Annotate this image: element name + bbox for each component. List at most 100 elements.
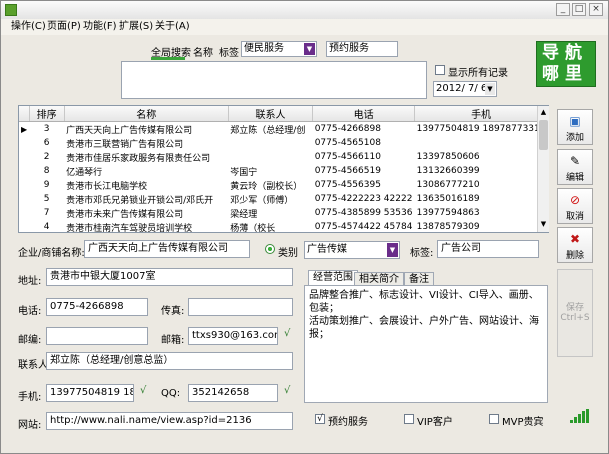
address-field[interactable]: 贵港市中银大厦1007室 (46, 268, 293, 286)
mobile-cell: 13878579309 (416, 222, 480, 232)
category-radio[interactable] (265, 244, 275, 254)
delete-button[interactable]: ✖ 删除 (557, 227, 593, 263)
cancel-button-label: 取消 (565, 212, 584, 222)
mobile-cell: 13086777210 (416, 180, 480, 190)
add-button-label: 添加 (565, 133, 584, 143)
phone-field[interactable]: 0775-4266898 (46, 298, 148, 316)
tab-name[interactable]: 名称 (193, 44, 213, 59)
fax-field[interactable] (188, 298, 293, 316)
tag-field[interactable]: 广告公司 (437, 240, 539, 258)
order-cell: 8 (43, 166, 50, 176)
edit-icon: ✎ (569, 154, 581, 168)
category-label: 类别 (278, 248, 298, 259)
category-filter-value: 便民服务 (244, 43, 284, 54)
zip-field[interactable] (46, 327, 148, 345)
table-row[interactable]: 6 贵港市三联营销广告有限公司 0775-4565108 (19, 136, 548, 150)
qq-label: QQ: (161, 388, 181, 399)
chevron-down-icon: ▼ (387, 243, 398, 257)
maximize-button[interactable]: □ (572, 3, 586, 16)
minimize-button[interactable]: _ (556, 3, 570, 16)
phone-cell: 0775-4566110 (314, 152, 381, 162)
mvp-checkbox[interactable] (489, 414, 499, 424)
service-filter-field[interactable]: 预约服务 (326, 41, 398, 57)
app-window: _ □ × 操作(C) 页面(P) 功能(F) 扩展(S) 关于(A) 全局搜索… (0, 0, 609, 454)
contact-cell: 岑国宁 (230, 167, 258, 178)
edit-button-label: 编辑 (565, 173, 584, 183)
table-row[interactable]: 8 亿通琴行 岑国宁 0775-4566519 13132660399 (19, 164, 548, 178)
contact-field[interactable]: 郑立陈（总经理/创意总监） (46, 352, 293, 370)
scroll-up-icon[interactable]: ▲ (539, 108, 548, 117)
chevron-down-icon: ▼ (304, 43, 315, 55)
mobile-cell: 13635016189 (416, 194, 480, 204)
name-cell: 贵港市未来广告传媒有限公司 (66, 209, 184, 220)
cancel-button[interactable]: ⊘ 取消 (557, 188, 593, 224)
contact-cell (228, 136, 312, 150)
table-row[interactable]: ▶ 3 广西天天向上广告传媒有限公司 郑立陈（总经理/创 0775-4266898 139… (19, 122, 548, 137)
save-button[interactable]: 保存 Ctrl+S (557, 269, 593, 357)
tab-related-intro[interactable]: 相关简介 (354, 272, 404, 286)
table-row[interactable]: 7 贵港市未来广告传媒有限公司 梁经理 0775-4385899 53536 13977… (19, 206, 548, 220)
phone-cell: 0775-4556395 (314, 180, 381, 190)
signal-strength-icon (570, 409, 590, 423)
table-header-row: 排序 名称 联系人 电话 手机 (19, 106, 548, 122)
row-indicator (19, 178, 29, 192)
name-cell: 贵港市邓氏兄弟锁业开锁公司/邓氏开 (66, 195, 214, 206)
order-cell: 5 (43, 194, 50, 204)
scroll-down-icon[interactable]: ▼ (539, 220, 548, 229)
tab-tag[interactable]: 标签 (219, 44, 239, 59)
category-filter-select[interactable]: 便民服务 ▼ (241, 41, 317, 57)
order-cell: 3 (43, 124, 50, 134)
mobile-cell: 13977504819 18978773319 (416, 124, 546, 134)
date-value: 2012/ 7/ 6 (436, 83, 488, 94)
qq-field[interactable]: 352142658 (188, 384, 278, 402)
scroll-thumb[interactable] (539, 120, 548, 150)
menu-about[interactable]: 关于(A) (151, 20, 194, 34)
table-row[interactable]: 2 贵港市佳居乐家政服务有限责任公司 0775-4566110 13397850606 (19, 150, 548, 164)
search-input[interactable] (121, 61, 427, 99)
header-phone[interactable]: 电话 (312, 106, 416, 122)
name-cell: 贵港市佳居乐家政服务有限责任公司 (66, 153, 211, 164)
mvp-label: MVP贵宾 (502, 417, 544, 428)
table-row[interactable]: 4 贵港市桂南汽车驾驶员培训学校 杨薄（校长 0775-4574422 45784 13… (19, 220, 548, 232)
name-cell: 贵港市长江电脑学校 (66, 181, 148, 192)
company-field[interactable]: 广西天天向上广告传媒有限公司 (84, 240, 250, 258)
close-button[interactable]: × (589, 3, 603, 16)
show-all-label: 显示所有记录 (448, 68, 508, 79)
show-all-checkbox[interactable] (435, 65, 445, 75)
row-indicator (19, 136, 29, 150)
phone-cell: 0775-4222223 42222 (314, 194, 413, 204)
header-mobile[interactable]: 手机 (414, 106, 548, 122)
table-row[interactable]: 5 贵港市邓氏兄弟锁业开锁公司/邓氏开 邓少军（师傅） 0775-4222223 42… (19, 192, 548, 206)
tab-remarks[interactable]: 备注 (404, 272, 434, 286)
edit-button[interactable]: ✎ 编辑 (557, 149, 593, 185)
grid-scrollbar[interactable]: ▲ ▼ (537, 106, 549, 232)
phone-label: 电话: (18, 306, 42, 317)
email-field[interactable]: ttxs930@163.com (188, 327, 278, 345)
contact-cell: 黄云玲（副校长） (230, 181, 303, 192)
reservation-label: 预约服务 (328, 417, 368, 428)
website-field[interactable]: http://www.nali.name/view.asp?id=2136 (46, 412, 293, 430)
phone-cell: 0775-4565108 (314, 138, 381, 148)
contact-cell (228, 150, 312, 164)
tab-business-scope[interactable]: 经营范围 (308, 270, 358, 286)
logo: 导航哪里 (536, 41, 596, 87)
vip-checkbox[interactable] (404, 414, 414, 424)
cancel-icon: ⊘ (569, 193, 581, 207)
category-select[interactable]: 广告传媒 ▼ (304, 241, 400, 259)
reservation-checkbox[interactable]: √ (315, 414, 325, 424)
add-button[interactable]: ▣ 添加 (557, 109, 593, 145)
record-grid[interactable]: 排序 名称 联系人 电话 手机 ▶ 3 广西天天向上广告传媒有限公司 郑立陈（总经理/… (18, 105, 549, 233)
category-value: 广告传媒 (307, 244, 347, 255)
phone-cell: 0775-4266898 (314, 124, 381, 134)
phone-cell: 0775-4574422 45784 (314, 222, 413, 232)
table-row[interactable]: 9 贵港市长江电脑学校 黄云玲（副校长） 0775-4556395 1308677721… (19, 178, 548, 192)
header-order[interactable]: 排序 (29, 106, 65, 122)
calendar-dropdown-icon: ▼ (485, 83, 495, 95)
mobile-field[interactable]: 13977504819 189787 (46, 384, 134, 402)
header-name[interactable]: 名称 (64, 106, 229, 122)
order-cell: 4 (43, 222, 50, 232)
header-contact[interactable]: 联系人 (228, 106, 314, 122)
date-picker[interactable]: 2012/ 7/ 6 ▼ (433, 81, 497, 97)
website-label: 网站: (18, 420, 42, 431)
business-scope-text[interactable]: 品牌整合推广、标志设计、VI设计、CI导入、画册、包装； 活动策划推广、会展设计… (304, 285, 548, 403)
